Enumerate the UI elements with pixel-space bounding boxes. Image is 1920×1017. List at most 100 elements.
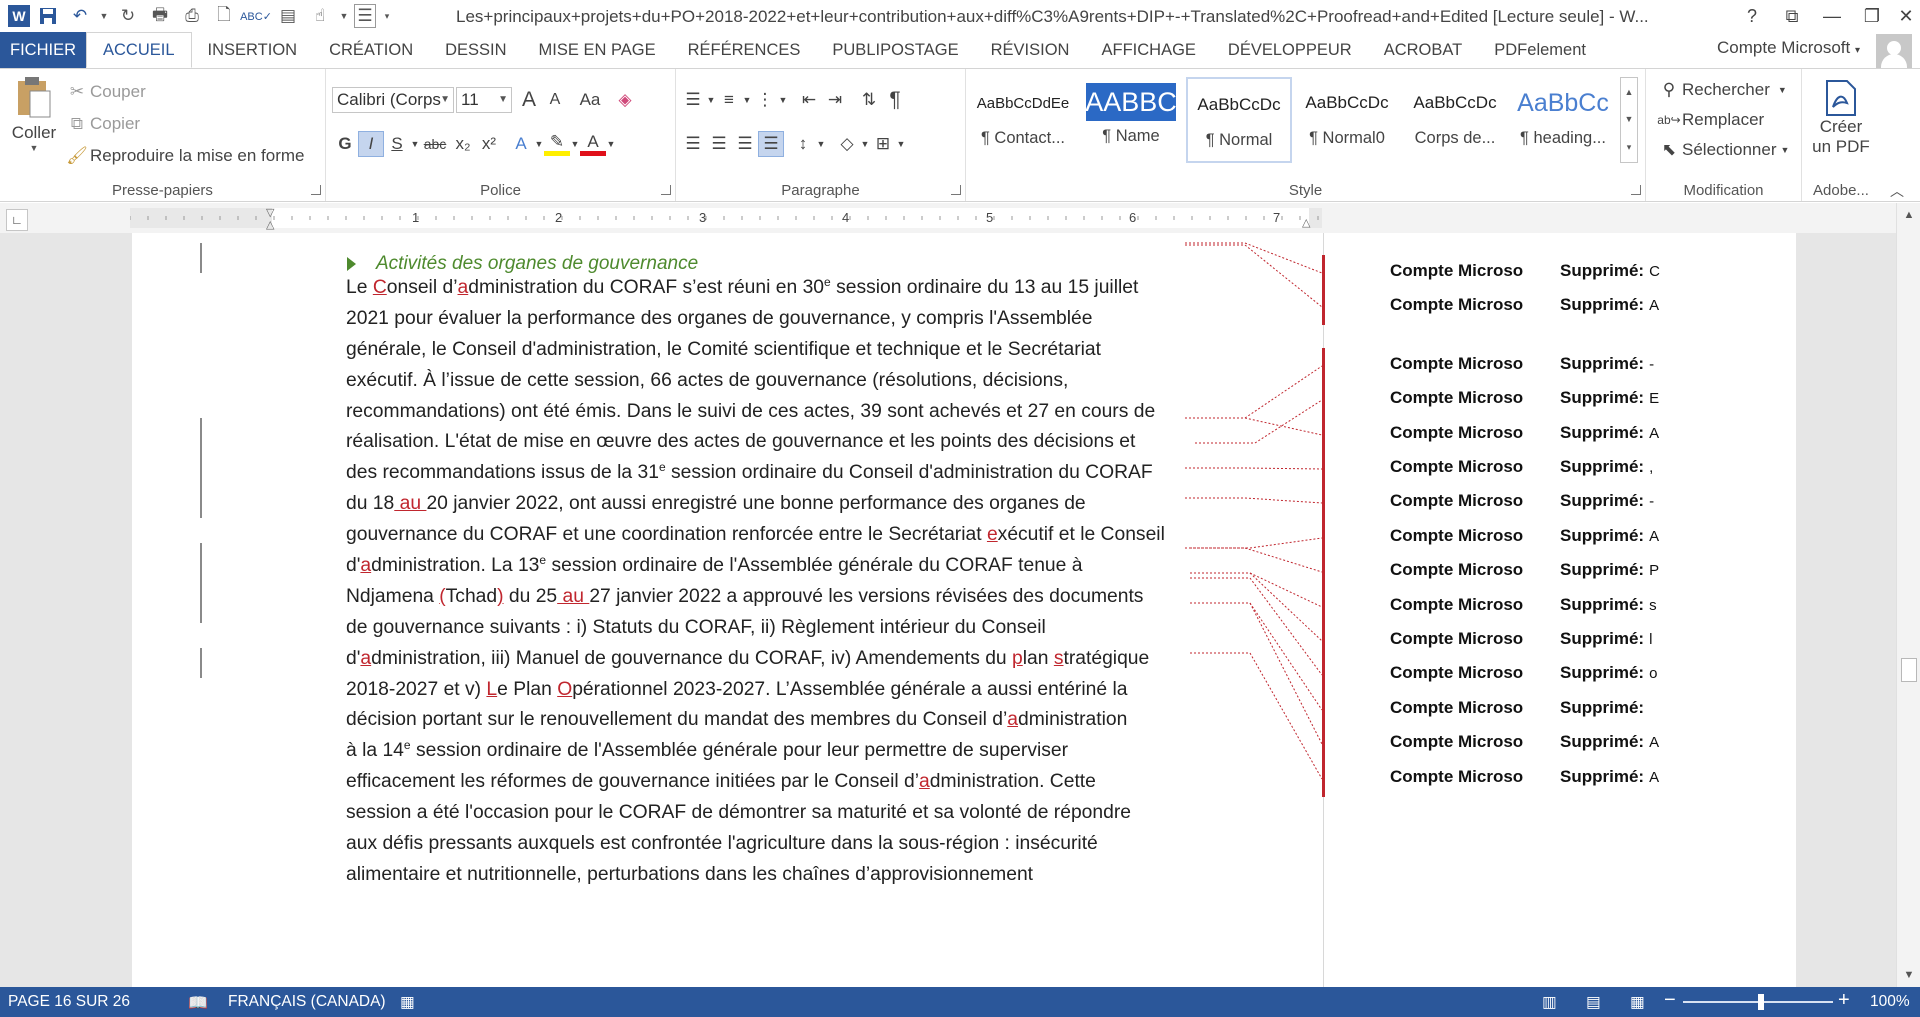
font-color-icon[interactable]: A xyxy=(580,132,606,156)
replace-button[interactable]: ab↪ Remplacer xyxy=(1656,107,1764,133)
tab-creation[interactable]: CRÉATION xyxy=(313,32,429,68)
redo-icon[interactable]: ↻ xyxy=(114,2,142,30)
subscript-icon[interactable]: x₂ xyxy=(450,131,476,157)
align-right-icon[interactable]: ☰ xyxy=(732,131,758,157)
text-effects-dropdown-icon[interactable]: ▼ xyxy=(534,131,544,157)
avatar[interactable] xyxy=(1876,34,1912,68)
help-icon[interactable]: ? xyxy=(1734,2,1770,30)
chevron-down-icon[interactable]: ▼ xyxy=(1625,114,1634,124)
chevron-up-icon[interactable]: ▲ xyxy=(1625,87,1634,97)
multilevel-list-icon[interactable]: ⋮ xyxy=(752,87,778,113)
superscript-icon[interactable]: x² xyxy=(476,131,502,157)
revision-balloon[interactable]: Compte Microso Supprimé: l xyxy=(1390,629,1652,649)
body-paragraph[interactable]: Le Conseil d’administration du CORAF s’e… xyxy=(346,273,1181,891)
format-painter-button[interactable]: 🖌 Reproduire la mise en forme xyxy=(64,143,304,169)
numbering-dropdown-icon[interactable]: ▼ xyxy=(742,87,752,113)
horizontal-ruler[interactable]: 1 2 3 4 5 6 7 ▽ △ △ xyxy=(130,207,1322,231)
highlight-dropdown-icon[interactable]: ▼ xyxy=(570,131,580,157)
cut-button[interactable]: ✂ Couper xyxy=(64,79,146,105)
tab-dessin[interactable]: DESSIN xyxy=(429,32,522,68)
touch-mode-icon[interactable]: ☝ xyxy=(306,2,334,30)
print-icon[interactable]: 🖶 xyxy=(146,2,174,30)
web-layout-icon[interactable]: ▦ xyxy=(1630,993,1645,1012)
revision-balloon[interactable]: Compte Microso Supprimé: - xyxy=(1390,354,1654,374)
font-color-dropdown-icon[interactable]: ▼ xyxy=(606,131,616,157)
shrink-font-icon[interactable]: A xyxy=(542,87,568,113)
right-indent-marker[interactable]: △ xyxy=(1302,216,1310,229)
tab-insertion[interactable]: INSERTION xyxy=(192,32,314,68)
tab-revision[interactable]: RÉVISION xyxy=(975,32,1086,68)
strikethrough-icon[interactable]: abc xyxy=(420,131,450,157)
paste-dropdown-icon[interactable]: ▼ xyxy=(30,143,39,153)
read-mode-icon[interactable]: ▥ xyxy=(1542,993,1557,1012)
borders-dropdown-icon[interactable]: ▼ xyxy=(896,131,906,157)
tab-accueil[interactable]: ACCUEIL xyxy=(86,32,192,68)
text-effects-icon[interactable]: A xyxy=(508,131,534,157)
revision-balloon[interactable]: Compte Microso Supprimé: A xyxy=(1390,423,1659,443)
zoom-in-button[interactable]: + xyxy=(1838,989,1850,1012)
style-heading[interactable]: AaBbCc ¶ heading... xyxy=(1510,77,1616,163)
vertical-scrollbar[interactable]: ▲ ▼ xyxy=(1896,203,1920,987)
proofing-icon[interactable]: 📖 xyxy=(188,993,208,1013)
tab-selector-icon[interactable]: ∟ xyxy=(6,209,28,231)
account-name[interactable]: Compte Microsoft ▾ xyxy=(1717,38,1860,58)
pilcrow-icon[interactable]: ¶ xyxy=(882,87,908,113)
macro-record-icon[interactable]: ▦ xyxy=(400,993,415,1012)
tab-fichier[interactable]: FICHIER xyxy=(0,32,86,68)
bullets-icon[interactable]: ☰ xyxy=(680,87,706,113)
revision-balloon[interactable]: Compte Microso Supprimé: xyxy=(1390,698,1649,718)
scroll-thumb[interactable] xyxy=(1901,658,1917,682)
sort-icon[interactable]: ⇅ xyxy=(856,87,882,113)
save-icon[interactable] xyxy=(34,2,62,30)
undo-icon[interactable]: ↶ xyxy=(66,2,94,30)
line-spacing-icon[interactable]: ↕ xyxy=(790,131,816,157)
tab-developpeur[interactable]: DÉVELOPPEUR xyxy=(1212,32,1368,68)
tab-mise-en-page[interactable]: MISE EN PAGE xyxy=(523,32,672,68)
font-name-select[interactable]: Calibri (Corps ▼ xyxy=(332,87,454,113)
font-launcher-icon[interactable] xyxy=(661,185,671,195)
tab-acrobat[interactable]: ACROBAT xyxy=(1368,32,1479,68)
new-document-icon[interactable]: 🗋 xyxy=(210,2,238,30)
style-normal0[interactable]: AaBbCcDc ¶ Normal0 xyxy=(1294,77,1400,163)
shading-icon[interactable]: ◇ xyxy=(834,131,860,157)
scroll-up-icon[interactable]: ▲ xyxy=(1901,207,1917,223)
highlight-icon[interactable]: ✎ xyxy=(544,132,570,156)
revision-balloon[interactable]: Compte Microso Supprimé: E xyxy=(1390,388,1659,408)
grow-font-icon[interactable]: A xyxy=(516,87,542,113)
style-corps-de-texte[interactable]: AaBbCcDc Corps de... xyxy=(1402,77,1508,163)
increase-indent-icon[interactable]: ⇥ xyxy=(822,87,848,113)
spelling-icon[interactable]: ABC✓ xyxy=(240,2,272,30)
copy-button[interactable]: ⧉ Copier xyxy=(64,111,140,137)
revision-balloon[interactable]: Compte Microso Supprimé: A xyxy=(1390,767,1659,787)
shading-dropdown-icon[interactable]: ▼ xyxy=(860,131,870,157)
maximize-icon[interactable]: ❐ xyxy=(1854,2,1890,30)
underline-dropdown-icon[interactable]: ▼ xyxy=(410,131,420,157)
multilevel-dropdown-icon[interactable]: ▼ xyxy=(778,87,788,113)
collapse-triangle-icon[interactable] xyxy=(347,257,356,271)
style-gallery-scroller[interactable]: ▲ ▼ ▾ xyxy=(1620,77,1638,163)
paragraph-launcher-icon[interactable] xyxy=(951,185,961,195)
italic-icon[interactable]: I xyxy=(358,131,384,157)
tab-pdfelement[interactable]: PDFelement xyxy=(1478,32,1602,68)
find-button[interactable]: ⚲ Rechercher ▼ xyxy=(1656,77,1787,103)
paste-button[interactable]: Coller ▼ xyxy=(8,75,60,175)
print-layout-view-icon[interactable]: ▤ xyxy=(1586,993,1601,1012)
create-pdf-button[interactable]: Créer un PDF xyxy=(1808,79,1874,157)
tab-affichage[interactable]: AFFICHAGE xyxy=(1085,32,1211,68)
tab-references[interactable]: RÉFÉRENCES xyxy=(672,32,817,68)
styles-launcher-icon[interactable] xyxy=(1631,185,1641,195)
zoom-out-button[interactable]: − xyxy=(1664,989,1676,1012)
close-icon[interactable]: ✕ xyxy=(1888,2,1920,30)
revision-balloon[interactable]: Compte Microso Supprimé: s xyxy=(1390,595,1657,615)
customize-qat-icon[interactable]: ▾ xyxy=(380,2,394,30)
revision-balloon[interactable]: Compte Microso Supprimé: P xyxy=(1390,560,1659,580)
print-layout-icon[interactable]: ▤ xyxy=(274,2,302,30)
more-styles-icon[interactable]: ▾ xyxy=(1627,142,1632,153)
scroll-down-icon[interactable]: ▼ xyxy=(1901,967,1917,983)
zoom-slider-thumb[interactable] xyxy=(1758,994,1764,1010)
bullets-dropdown-icon[interactable]: ▼ xyxy=(706,87,716,113)
hanging-indent-marker[interactable]: △ xyxy=(266,218,274,231)
style-normal[interactable]: AaBbCcDc ¶ Normal xyxy=(1186,77,1292,163)
revision-balloon[interactable]: Compte Microso Supprimé: A xyxy=(1390,295,1659,315)
undo-dropdown-icon[interactable]: ▼ xyxy=(98,2,110,30)
